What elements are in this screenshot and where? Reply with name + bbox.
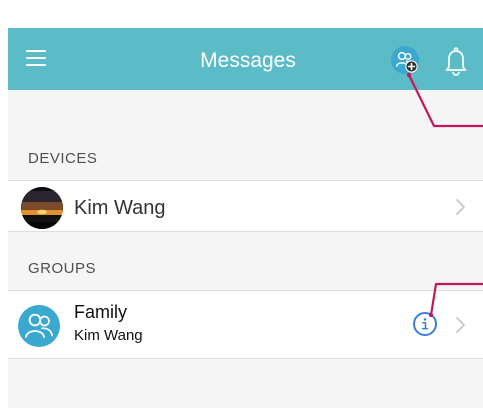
page-title: Messages — [200, 49, 296, 72]
chevron-right-icon — [456, 199, 465, 215]
group-member-name: Kim Wang — [74, 327, 143, 344]
notifications-button[interactable] — [443, 46, 469, 76]
chevron-right-icon — [456, 317, 465, 333]
group-icon — [25, 313, 54, 338]
groups-section-header: GROUPS — [28, 260, 97, 277]
device-row[interactable]: Kim Wang — [8, 180, 483, 232]
hamburger-menu-icon[interactable] — [26, 50, 46, 66]
group-add-button[interactable] — [391, 46, 419, 74]
group-row[interactable]: Family Kim Wang — [8, 290, 483, 359]
info-icon — [421, 318, 429, 330]
group-info-button[interactable] — [413, 312, 437, 336]
group-name: Family — [74, 302, 127, 322]
group-avatar — [18, 305, 60, 347]
bell-icon — [445, 47, 467, 76]
devices-section-header: DEVICES — [28, 150, 98, 167]
messages-screen: Messages DEVICES Kim Wang GROUPS Family … — [0, 0, 483, 408]
group-add-icon — [396, 51, 418, 73]
device-name: Kim Wang — [74, 197, 166, 219]
sunset-photo-avatar — [21, 187, 63, 229]
